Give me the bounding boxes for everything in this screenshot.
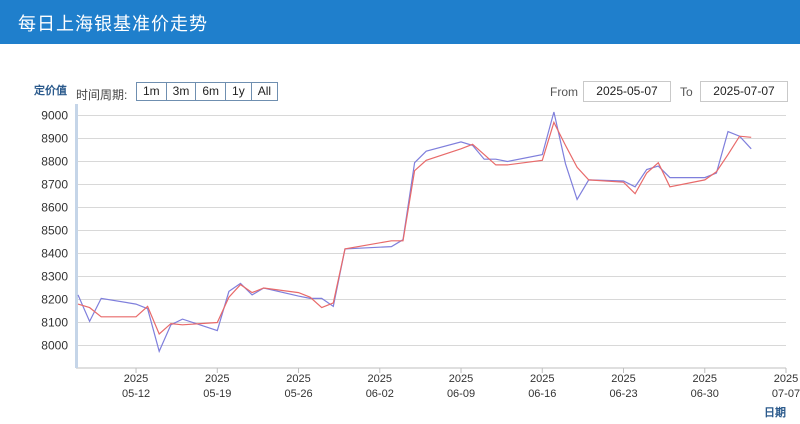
x-tick-date: 07-07 <box>772 388 800 400</box>
x-tick-date: 05-12 <box>122 388 150 400</box>
x-tick-date: 06-09 <box>447 388 475 400</box>
x-tick-date: 05-26 <box>284 388 312 400</box>
y-tick-label: 8100 <box>41 316 68 330</box>
x-tick-year: 2025 <box>611 373 635 385</box>
x-tick-year: 2025 <box>205 373 229 385</box>
x-tick-date: 06-23 <box>609 388 637 400</box>
x-tick-year: 2025 <box>774 373 798 385</box>
x-tick-year: 2025 <box>368 373 392 385</box>
series-line-1 <box>77 111 752 354</box>
y-tick-label: 8700 <box>41 178 68 192</box>
x-tick-year: 2025 <box>530 373 554 385</box>
y-tick-label: 8400 <box>41 247 68 261</box>
x-tick-date: 05-19 <box>203 388 231 400</box>
y-tick-label: 9000 <box>41 109 68 123</box>
x-tick-year: 2025 <box>124 373 148 385</box>
price-trend-chart: 8000 8100 8200 8300 8400 8500 8600 8700 8800 8900… <box>41 104 800 400</box>
x-tick-date: 06-02 <box>366 388 394 400</box>
series-line-2 <box>77 120 752 336</box>
y-tick-label: 8600 <box>41 201 68 215</box>
y-tick-label: 8000 <box>41 339 68 353</box>
x-tick-year: 2025 <box>449 373 473 385</box>
x-tick-year: 2025 <box>693 373 717 385</box>
y-tick-label: 8500 <box>41 224 68 238</box>
x-tick-date: 06-16 <box>528 388 556 400</box>
x-tick-year: 2025 <box>286 373 310 385</box>
y-tick-label: 8800 <box>41 155 68 169</box>
x-tick-date: 06-30 <box>691 388 719 400</box>
y-tick-label: 8300 <box>41 270 68 284</box>
y-tick-label: 8900 <box>41 132 68 146</box>
y-axis-bar <box>75 104 78 368</box>
y-tick-label: 8200 <box>41 293 68 307</box>
